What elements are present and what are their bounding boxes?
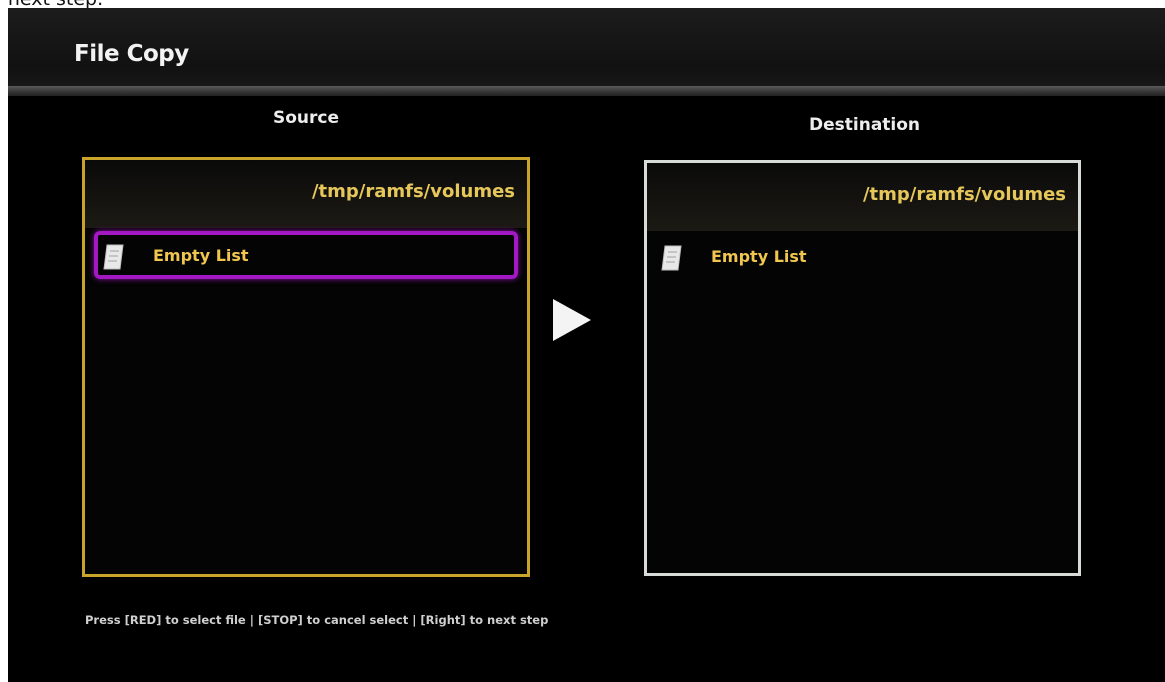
play-arrow-icon bbox=[553, 299, 591, 341]
destination-item-label: Empty List bbox=[711, 247, 807, 266]
destination-header: Destination bbox=[809, 115, 921, 135]
source-path-bar: /tmp/ramfs/volumes bbox=[85, 160, 527, 228]
tv-screen: File Copy Source Destination /tmp/ramfs/… bbox=[8, 8, 1165, 682]
source-path: /tmp/ramfs/volumes bbox=[311, 181, 515, 202]
source-panel[interactable]: /tmp/ramfs/volumes Empty List bbox=[82, 157, 530, 577]
source-header: Source bbox=[273, 108, 340, 128]
destination-panel[interactable]: /tmp/ramfs/volumes Empty List bbox=[644, 160, 1081, 576]
source-list-item[interactable]: Empty List bbox=[94, 231, 518, 279]
destination-path-bar: /tmp/ramfs/volumes bbox=[647, 163, 1078, 231]
title-bar-divider bbox=[8, 86, 1165, 96]
file-icon bbox=[103, 244, 124, 270]
source-item-label: Empty List bbox=[153, 246, 249, 265]
destination-path: /tmp/ramfs/volumes bbox=[862, 184, 1066, 205]
destination-list-item[interactable]: Empty List bbox=[656, 236, 1080, 284]
window-title: File Copy bbox=[74, 41, 189, 67]
file-icon bbox=[661, 245, 682, 271]
key-hint-text: Press [RED] to select file | [STOP] to c… bbox=[85, 613, 549, 627]
